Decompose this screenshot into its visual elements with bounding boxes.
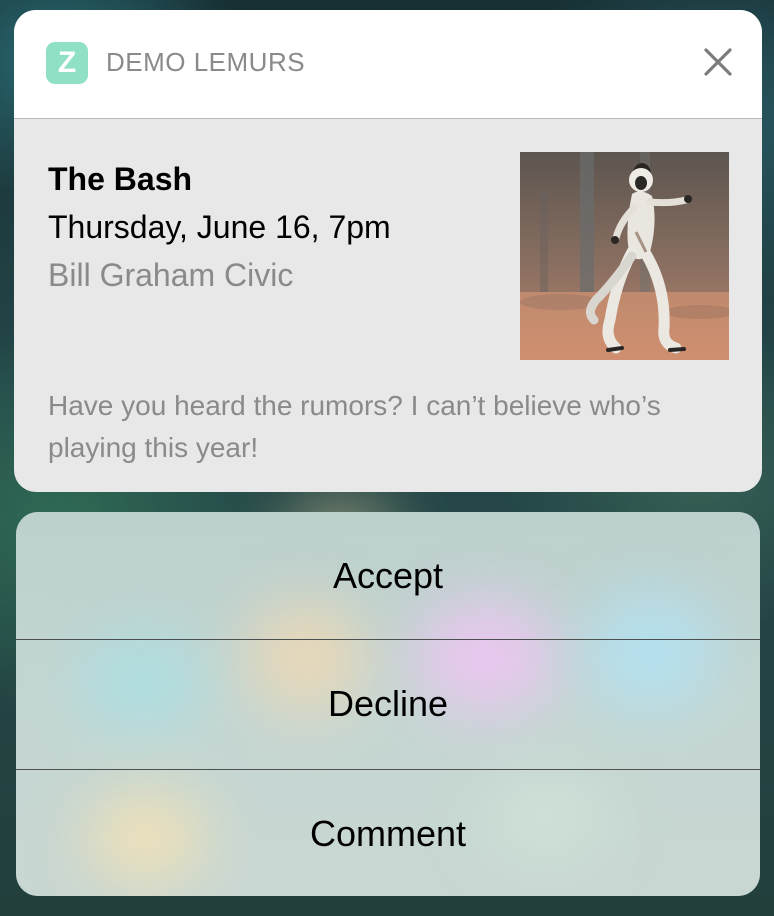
- close-icon: [704, 48, 732, 76]
- action-sheet: Accept Decline Comment: [16, 512, 760, 896]
- comment-button[interactable]: Comment: [16, 770, 760, 896]
- app-icon: Z: [46, 42, 88, 84]
- event-venue: Bill Graham Civic: [48, 257, 294, 293]
- notification-message: Have you heard the rumors? I can’t belie…: [48, 390, 661, 463]
- notification-card[interactable]: Z DEMO LEMURS The Bash Thursday, June 16…: [14, 10, 762, 492]
- notification-body: The Bash Thursday, June 16, 7pm Bill Gra…: [14, 119, 762, 492]
- decline-button[interactable]: Decline: [16, 640, 760, 768]
- event-date: Thursday, June 16, 7pm: [48, 209, 391, 245]
- accept-button[interactable]: Accept: [16, 512, 760, 640]
- lemur-photo: [520, 152, 729, 360]
- event-title: The Bash: [48, 161, 193, 197]
- close-button[interactable]: [702, 46, 734, 78]
- notification-header: Z DEMO LEMURS: [14, 10, 762, 119]
- app-name: DEMO LEMURS: [106, 47, 306, 77]
